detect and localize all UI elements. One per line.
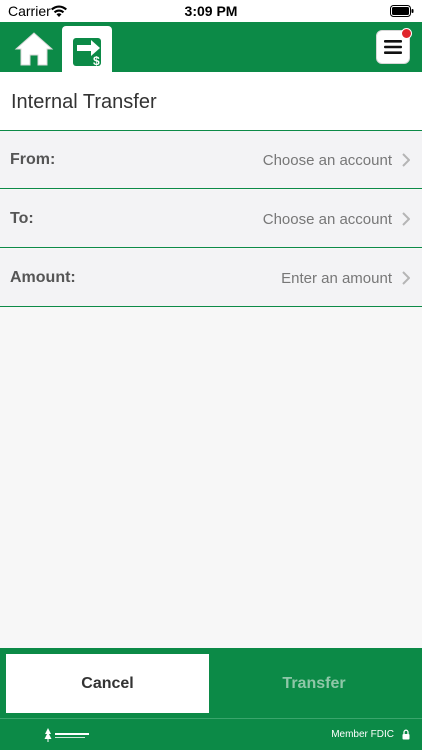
notification-badge [401,28,412,39]
from-account-row[interactable]: From: Choose an account [0,131,422,189]
cancel-button[interactable]: Cancel [6,654,209,713]
amount-value: Enter an amount [281,270,392,287]
to-account-row[interactable]: To: Choose an account [0,190,422,248]
clock-label: 3:09 PM [184,3,238,19]
action-bar: Cancel Transfer [0,648,422,718]
from-label: From: [10,151,56,168]
battery-icon [390,5,414,17]
transfer-tab[interactable]: $ [62,26,112,72]
chevron-right-icon [402,212,410,226]
amount-row[interactable]: Amount: Enter an amount [0,249,422,307]
chevron-right-icon [402,153,410,167]
from-account-value: Choose an account [262,152,392,169]
top-nav-bar: $ [0,22,422,72]
status-bar: Carrier 3:09 PM [0,0,422,22]
lock-icon [402,729,410,740]
transfer-button[interactable]: Transfer [212,654,416,713]
bank-logo [44,728,89,742]
to-account-value: Choose an account [262,211,392,228]
chevron-right-icon [402,271,410,285]
page-header: Internal Transfer [0,72,422,131]
footer: Member FDIC [0,718,422,750]
svg-text:$: $ [93,54,100,68]
home-icon [14,32,54,66]
amount-label: Amount: [10,269,76,286]
page-title: Internal Transfer [11,91,157,113]
to-label: To: [10,210,34,227]
menu-button[interactable] [376,28,412,64]
member-fdic-label: Member FDIC [331,729,394,740]
home-button[interactable] [12,28,56,70]
hamburger-menu-icon [384,40,402,54]
transfer-dollar-icon: $ [73,38,101,68]
